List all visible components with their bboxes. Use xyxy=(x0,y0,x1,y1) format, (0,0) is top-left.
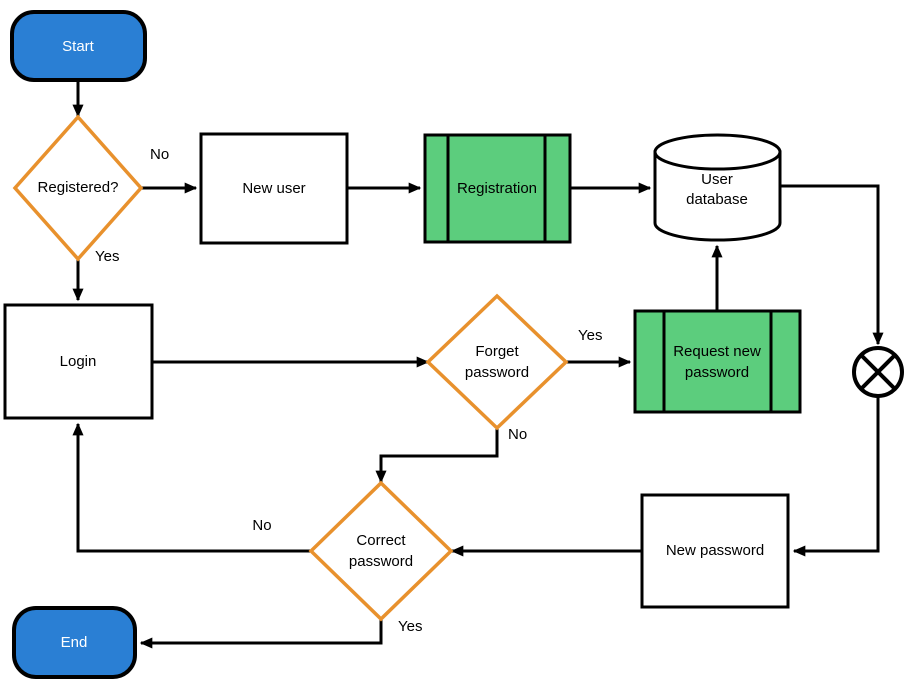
new-user-label: New user xyxy=(242,180,305,197)
user-database-top xyxy=(653,133,782,171)
node-request-new-password[interactable]: Request new password xyxy=(633,309,802,414)
registered-label: Registered? xyxy=(38,179,119,196)
edge-junction-to-new-password xyxy=(792,396,880,557)
registration-label: Registration xyxy=(457,180,537,197)
correct-password-label-line2: password xyxy=(349,553,413,570)
node-login[interactable]: Login xyxy=(3,303,154,420)
node-junction[interactable] xyxy=(852,346,904,398)
flowchart-canvas: No Yes Yes No No Yes Start Registered? N… xyxy=(0,0,910,688)
node-new-user[interactable]: New user xyxy=(199,132,349,245)
edge-forget-password-to-correct-password xyxy=(375,428,499,484)
forget-password-label-line2: password xyxy=(465,364,529,381)
edge-label-correct-password-yes: Yes xyxy=(398,618,422,635)
edge-label-forget-password-no: No xyxy=(508,426,527,443)
end-label: End xyxy=(61,634,88,651)
node-start[interactable]: Start xyxy=(10,10,147,82)
start-label: Start xyxy=(62,38,95,55)
node-forget-password[interactable]: Forget password xyxy=(425,293,569,431)
node-end[interactable]: End xyxy=(12,606,137,679)
forget-password-label-line1: Forget xyxy=(475,343,519,360)
edge-label-forget-password-yes: Yes xyxy=(578,327,602,344)
edge-label-registered-yes: Yes xyxy=(95,248,119,265)
user-database-label-line2: database xyxy=(686,191,748,208)
request-new-password-label-line2: password xyxy=(685,364,749,381)
correct-password-label-line1: Correct xyxy=(356,532,406,549)
node-registration[interactable]: Registration xyxy=(423,133,572,244)
correct-password-shape xyxy=(308,480,454,622)
login-label: Login xyxy=(60,353,97,370)
node-user-database[interactable]: User database xyxy=(653,133,782,242)
user-database-label-line1: User xyxy=(701,171,733,188)
new-password-label: New password xyxy=(666,542,764,559)
flowchart-svg: No Yes Yes No No Yes Start Registered? N… xyxy=(3,10,904,679)
edge-correct-password-to-end xyxy=(139,620,383,649)
node-new-password[interactable]: New password xyxy=(640,493,790,609)
edge-label-correct-password-no: No xyxy=(252,517,271,534)
forget-password-shape xyxy=(425,293,569,431)
request-new-password-shape xyxy=(633,309,802,414)
node-correct-password[interactable]: Correct password xyxy=(308,480,454,622)
edge-correct-password-to-login xyxy=(72,422,310,553)
node-registered[interactable]: Registered? xyxy=(12,114,144,262)
edge-label-registered-no: No xyxy=(150,146,169,163)
request-new-password-label-line1: Request new xyxy=(673,343,761,360)
